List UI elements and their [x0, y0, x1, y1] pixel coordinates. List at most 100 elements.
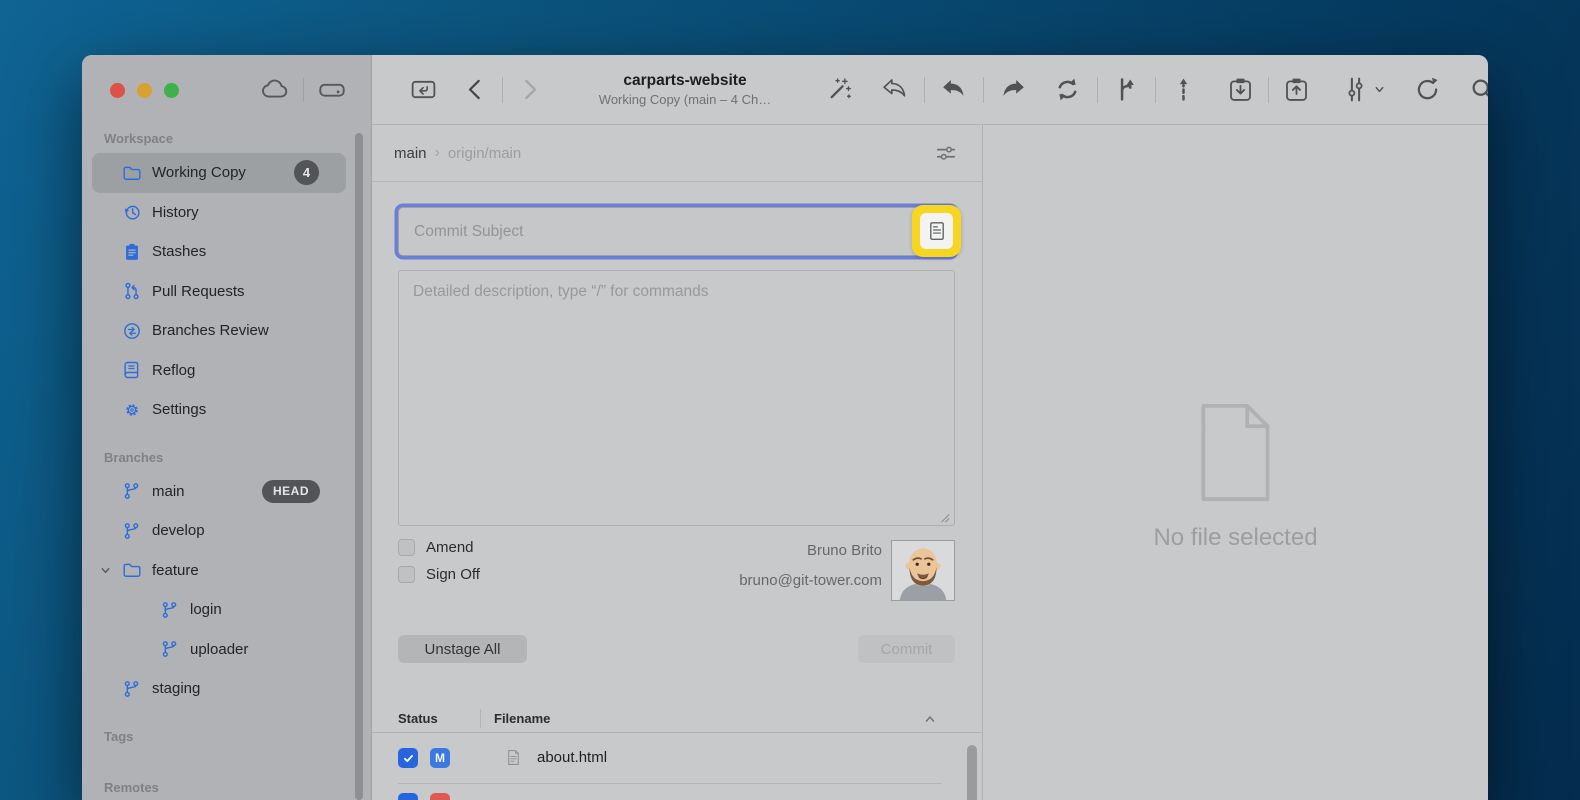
toolbar-divider: [502, 77, 503, 103]
main-area: carparts-website Working Copy (main – 4 …: [372, 55, 1488, 800]
branch-label: uploader: [190, 641, 248, 658]
sidebar-item-branches-review[interactable]: Branches Review: [92, 311, 346, 351]
sidebar-branch-uploader[interactable]: uploader: [92, 630, 346, 670]
highlight-callout: [912, 205, 961, 257]
titlebar: [82, 55, 371, 125]
stage-checkbox-checked[interactable]: [398, 748, 418, 768]
table-row[interactable]: M about.html: [372, 733, 966, 783]
window-title-block: carparts-website Working Copy (main – 4 …: [560, 72, 810, 107]
gitflow-icon[interactable]: [1341, 75, 1370, 104]
table-row-partial[interactable]: [372, 789, 966, 800]
magic-wand-icon[interactable]: [824, 75, 853, 104]
sort-ascending-icon[interactable]: [922, 711, 938, 727]
sidebar-list: Workspace Working Copy 4 History Stashes…: [92, 125, 346, 795]
sidebar-branch-staging[interactable]: staging: [92, 669, 346, 709]
minimize-window-button[interactable]: [137, 83, 152, 98]
branch-icon: [160, 639, 180, 659]
sidebar-item-stashes[interactable]: Stashes: [92, 232, 346, 272]
head-badge: HEAD: [262, 480, 320, 503]
close-window-button[interactable]: [110, 83, 125, 98]
sidebar-item-reflog[interactable]: Reflog: [92, 351, 346, 391]
sidebar-branch-login[interactable]: login: [92, 590, 346, 630]
resize-grip-icon[interactable]: [938, 511, 950, 523]
refresh-icon[interactable]: [1413, 75, 1442, 104]
section-header-workspace: Workspace: [92, 131, 346, 146]
sidebar-item-label: Reflog: [152, 362, 195, 379]
commit-description-textarea[interactable]: [398, 270, 955, 526]
toolbar-divider: [1155, 77, 1156, 103]
sidebar-branch-develop[interactable]: develop: [92, 511, 346, 551]
pull-icon[interactable]: [938, 75, 970, 104]
repo-title: carparts-website: [560, 72, 810, 90]
sidebar-item-pull-requests[interactable]: Pull Requests: [92, 272, 346, 312]
undo-icon[interactable]: [879, 75, 911, 104]
sidebar-item-label: History: [152, 204, 199, 221]
amend-option: Amend: [398, 539, 474, 556]
file-list-scrollbar[interactable]: [967, 745, 977, 800]
branch-bar: main › origin/main: [372, 125, 982, 182]
status-column-header[interactable]: Status: [398, 711, 438, 726]
repo-subtitle: Working Copy (main – 4 Ch…: [560, 92, 810, 107]
branch-label: staging: [152, 680, 200, 697]
author-email: bruno@git-tower.com: [739, 572, 882, 589]
chevron-down-icon[interactable]: [1372, 75, 1387, 104]
check-icon: [402, 752, 415, 765]
clipboard-icon: [122, 242, 142, 262]
column-divider[interactable]: [480, 709, 481, 728]
stash-icon[interactable]: [1226, 75, 1255, 104]
current-branch[interactable]: main: [394, 145, 427, 162]
filter-sliders-icon[interactable]: [934, 141, 958, 165]
branch-label: login: [190, 601, 222, 618]
status-badge-modified: M: [430, 748, 450, 768]
sidebar-item-settings[interactable]: Settings: [92, 390, 346, 430]
toolbar-divider: [1268, 77, 1269, 103]
titlebar-divider: [303, 78, 304, 102]
desktop: Workspace Working Copy 4 History Stashes…: [0, 0, 1580, 800]
chevron-down-icon[interactable]: [98, 563, 113, 578]
rebase-icon[interactable]: [1169, 75, 1198, 104]
branches-review-icon: [122, 321, 142, 341]
signoff-checkbox[interactable]: [398, 566, 415, 583]
back-chevron-icon[interactable]: [461, 75, 490, 104]
changes-count-badge: 4: [294, 160, 319, 185]
branch-label: main: [152, 483, 185, 500]
cloud-icon[interactable]: [260, 75, 290, 105]
sidebar-scrollbar[interactable]: [355, 133, 363, 800]
sidebar-item-label: Branches Review: [152, 322, 269, 339]
filename: about.html: [537, 749, 607, 766]
signoff-label: Sign Off: [426, 566, 480, 583]
reflog-icon: [122, 360, 142, 380]
sidebar-branch-folder-feature[interactable]: feature: [92, 551, 346, 591]
stage-checkbox[interactable]: [398, 793, 418, 800]
avatar[interactable]: [891, 540, 955, 601]
row-divider: [398, 783, 942, 784]
amend-checkbox[interactable]: [398, 539, 415, 556]
branch-label: develop: [152, 522, 205, 539]
history-icon: [122, 202, 142, 222]
filename-column-header[interactable]: Filename: [494, 711, 550, 726]
commit-template-button[interactable]: [920, 213, 953, 249]
empty-state-message: No file selected: [983, 524, 1488, 552]
upstream-branch[interactable]: origin/main: [448, 145, 521, 162]
drive-icon[interactable]: [317, 75, 347, 105]
push-icon[interactable]: [997, 75, 1029, 104]
fetch-icon[interactable]: [1053, 75, 1082, 104]
stash-apply-icon[interactable]: [1282, 75, 1311, 104]
sidebar-item-label: Settings: [152, 401, 206, 418]
unstage-all-button[interactable]: Unstage All: [398, 635, 527, 663]
file-table-header: Status Filename: [372, 704, 982, 733]
sidebar-branch-main[interactable]: main HEAD: [92, 472, 346, 512]
zoom-window-button[interactable]: [164, 83, 179, 98]
detail-panel: No file selected: [983, 125, 1488, 800]
folder-icon: [122, 163, 142, 183]
working-copy-folder-icon[interactable]: [408, 75, 439, 104]
merge-icon[interactable]: [1113, 75, 1142, 104]
commit-button[interactable]: Commit: [858, 635, 955, 663]
search-icon[interactable]: [1468, 75, 1488, 104]
sidebar-item-history[interactable]: History: [92, 193, 346, 233]
branch-icon: [122, 679, 142, 699]
commit-subject-input[interactable]: [398, 207, 955, 256]
sidebar-item-working-copy[interactable]: Working Copy 4: [92, 153, 346, 193]
empty-file-icon: [1188, 400, 1283, 505]
forward-chevron-icon[interactable]: [515, 75, 544, 104]
